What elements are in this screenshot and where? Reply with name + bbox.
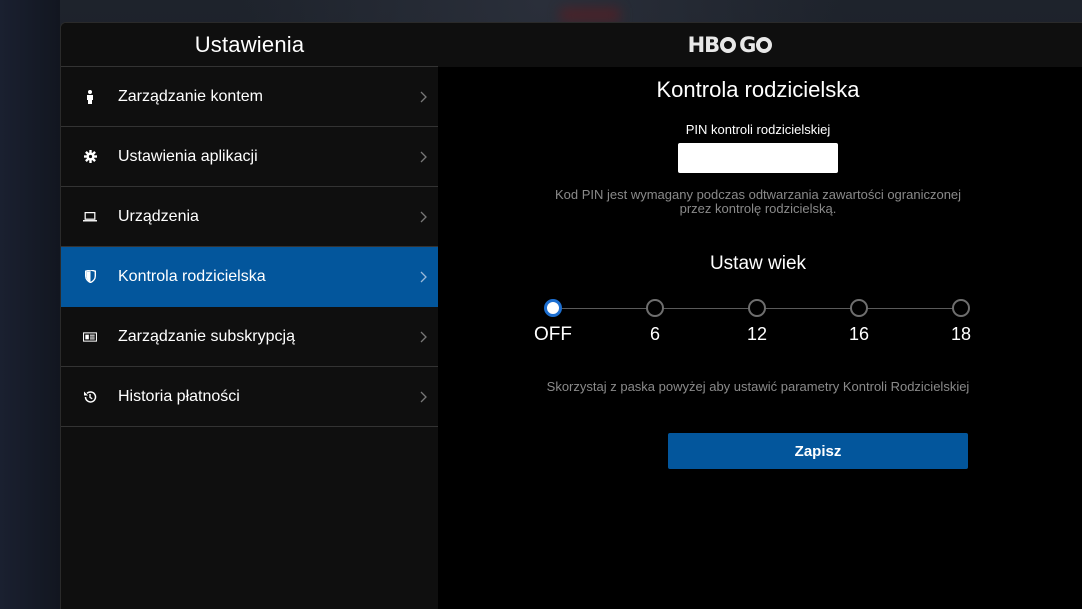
age-stop-18[interactable] (952, 299, 970, 317)
logo-ring (720, 37, 737, 53)
age-hint: Skorzystaj z paska powyżej aby ustawić p… (546, 379, 970, 394)
age-label-16: 16 (848, 324, 870, 344)
logo-ring (756, 37, 773, 53)
chevron-right-icon (416, 270, 430, 284)
sidebar-item-label: Historia płatności (118, 387, 240, 405)
parental-control-panel: Kontrola rodzicielska PIN kontroli rodzi… (438, 67, 1082, 609)
pin-description: Kod PIN jest wymagany podczas odtwarzani… (478, 188, 1038, 216)
pin-description-line: Kod PIN jest wymagany podczas odtwarzani… (554, 187, 962, 202)
chevron-right-icon (416, 150, 430, 164)
background-glow (560, 8, 620, 22)
age-stop-6[interactable] (646, 299, 664, 317)
settings-modal: Ustawienia Zarządzanie kontem Ustawienia… (60, 22, 1082, 609)
person-icon (83, 89, 97, 104)
age-stop-16[interactable] (850, 299, 868, 317)
sidebar-item-label: Zarządzanie subskrypcją (118, 327, 295, 345)
sidebar-item-label: Urządzenia (118, 207, 199, 225)
gear-icon (83, 150, 97, 164)
sidebar-item-account[interactable]: Zarządzanie kontem (61, 67, 438, 127)
age-slider[interactable]: OFF 6 12 16 18 (534, 299, 974, 349)
hbo-go-logo: HB G (688, 33, 774, 57)
save-button[interactable]: Zapisz (668, 433, 968, 469)
header-bar: HB G (438, 23, 1082, 67)
logo-text-part1: HB (687, 33, 721, 57)
shield-icon (83, 270, 97, 284)
sidebar: Ustawienia Zarządzanie kontem Ustawienia… (61, 23, 438, 609)
sidebar-item-parental-control[interactable]: Kontrola rodzicielska (61, 247, 438, 307)
logo-text-part2: G (739, 33, 756, 57)
age-stop-12[interactable] (748, 299, 766, 317)
chevron-right-icon (416, 210, 430, 224)
pin-description-line: przez kontrolę rodzicielską. (679, 201, 837, 216)
chevron-right-icon (416, 390, 430, 404)
age-label-off: OFF (534, 324, 572, 345)
chevron-right-icon (416, 90, 430, 104)
chevron-right-icon (416, 330, 430, 344)
pin-input[interactable] (678, 143, 838, 173)
age-title: Ustaw wiek (709, 253, 807, 274)
sidebar-item-devices[interactable]: Urządzenia (61, 187, 438, 247)
sidebar-item-app-settings[interactable]: Ustawienia aplikacji (61, 127, 438, 187)
sidebar-item-label: Kontrola rodzicielska (118, 267, 266, 285)
age-stop-off[interactable] (544, 299, 562, 317)
sidebar-title: Ustawienia (61, 23, 438, 67)
age-label-12: 12 (746, 324, 768, 344)
history-icon (83, 390, 97, 404)
sidebar-item-label: Ustawienia aplikacji (118, 147, 258, 165)
card-icon (83, 330, 97, 344)
background-blur (0, 0, 60, 609)
sidebar-item-payment-history[interactable]: Historia płatności (61, 367, 438, 427)
page-title: Kontrola rodzicielska (656, 77, 860, 102)
age-label-18: 18 (950, 324, 972, 344)
age-label-6: 6 (649, 324, 660, 344)
pin-label: PIN kontroli rodzicielskiej (685, 122, 831, 137)
laptop-icon (83, 210, 97, 224)
sidebar-item-subscription[interactable]: Zarządzanie subskrypcją (61, 307, 438, 367)
sidebar-item-label: Zarządzanie kontem (118, 87, 263, 105)
